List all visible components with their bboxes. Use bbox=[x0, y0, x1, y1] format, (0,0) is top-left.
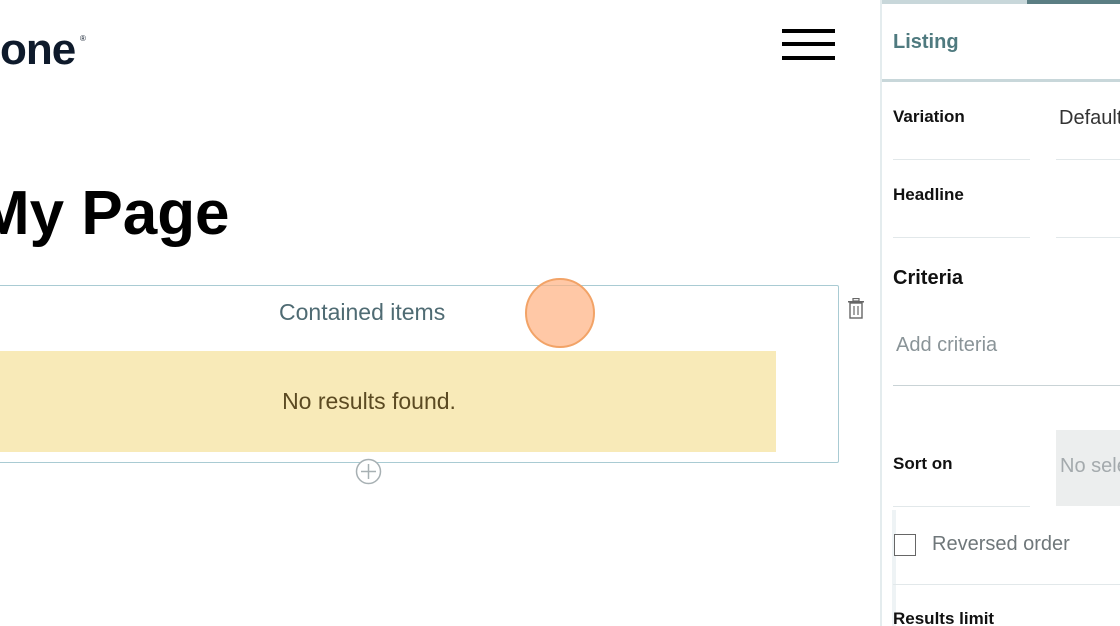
page-canvas: one ® My Page Contained items No results… bbox=[0, 0, 880, 626]
divider bbox=[893, 237, 1030, 238]
divider bbox=[1056, 159, 1120, 160]
sidebar-header: Listing bbox=[882, 4, 1120, 82]
variation-select[interactable]: Default bbox=[1059, 107, 1120, 130]
hamburger-bar bbox=[782, 56, 835, 60]
empty-results-message: No results found. bbox=[282, 388, 456, 414]
sort-on-select[interactable]: No selection bbox=[1056, 430, 1120, 506]
criteria-input[interactable]: Add criteria bbox=[893, 330, 1120, 386]
divider bbox=[1056, 237, 1120, 238]
page-title[interactable]: My Page bbox=[0, 178, 230, 250]
hamburger-bar bbox=[782, 42, 835, 46]
headline-label: Headline bbox=[893, 185, 964, 204]
hamburger-bar bbox=[782, 29, 835, 33]
hamburger-icon[interactable] bbox=[782, 29, 836, 61]
app-root: one ® My Page Contained items No results… bbox=[0, 0, 1120, 626]
trash-icon[interactable] bbox=[847, 297, 865, 320]
variation-label: Variation bbox=[893, 107, 965, 126]
reversed-order-label[interactable]: Reversed order bbox=[932, 533, 1070, 556]
results-limit-label: Results limit bbox=[893, 609, 995, 626]
block-settings-sidebar: Listing Variation Default Headline Crite… bbox=[880, 0, 1120, 626]
sort-on-label: Sort on bbox=[893, 454, 953, 473]
headline-input[interactable] bbox=[1056, 170, 1120, 236]
plus-circle-icon[interactable] bbox=[355, 458, 382, 485]
divider bbox=[893, 159, 1030, 160]
reversed-order-checkbox[interactable] bbox=[894, 534, 916, 556]
site-logo[interactable]: one bbox=[0, 26, 76, 74]
logo-registered-mark: ® bbox=[80, 34, 86, 43]
divider bbox=[893, 584, 1120, 585]
sidebar-title: Listing bbox=[893, 31, 959, 53]
criteria-heading: Criteria bbox=[893, 267, 964, 289]
criteria-placeholder: Add criteria bbox=[896, 334, 998, 356]
block-title: Contained items bbox=[279, 299, 446, 325]
divider bbox=[893, 506, 1030, 507]
sort-on-placeholder: No selection bbox=[1060, 455, 1120, 477]
